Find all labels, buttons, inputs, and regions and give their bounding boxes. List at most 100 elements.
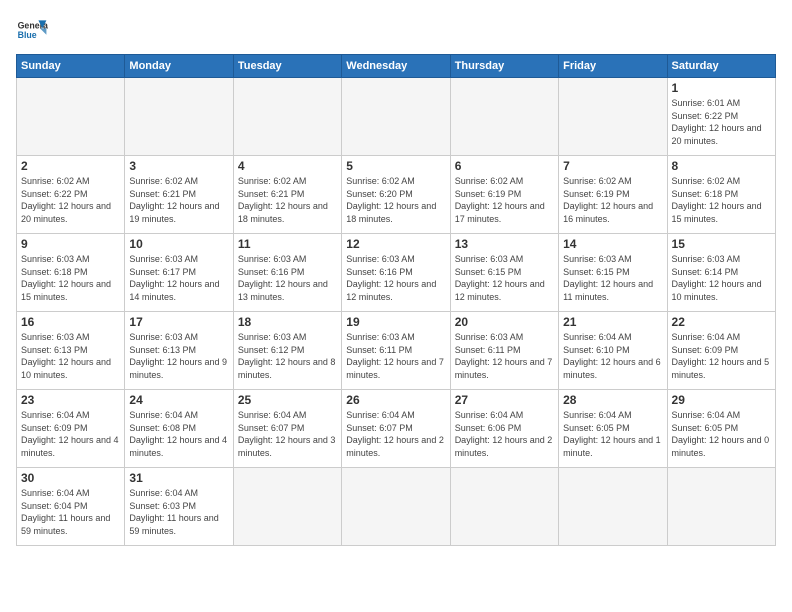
calendar-cell: 13 Sunrise: 6:03 AM Sunset: 6:15 PM Dayli… [450, 234, 558, 312]
calendar-header-thursday: Thursday [450, 55, 558, 78]
day-info: Sunrise: 6:03 AM Sunset: 6:13 PM Dayligh… [129, 331, 228, 381]
calendar-cell: 29 Sunrise: 6:04 AM Sunset: 6:05 PM Dayli… [667, 390, 775, 468]
calendar-cell [450, 468, 558, 546]
day-info: Sunrise: 6:02 AM Sunset: 6:21 PM Dayligh… [129, 175, 228, 225]
day-info: Sunrise: 6:04 AM Sunset: 6:06 PM Dayligh… [455, 409, 554, 459]
day-info: Sunrise: 6:03 AM Sunset: 6:13 PM Dayligh… [21, 331, 120, 381]
calendar-cell: 22Sunrise: 6:04 AM Sunset: 6:09 PM Dayli… [667, 312, 775, 390]
logo: General Blue [16, 14, 48, 46]
day-info: Sunrise: 6:04 AM Sunset: 6:08 PM Dayligh… [129, 409, 228, 459]
day-number: 17 [129, 315, 228, 329]
day-number: 10 [129, 237, 228, 251]
calendar-cell: 19 Sunrise: 6:03 AM Sunset: 6:11 PM Dayli… [342, 312, 450, 390]
calendar-header-tuesday: Tuesday [233, 55, 341, 78]
calendar-cell [17, 78, 125, 156]
day-info: Sunrise: 6:04 AM Sunset: 6:09 PM Dayligh… [21, 409, 120, 459]
day-info: Sunrise: 6:04 AM Sunset: 6:10 PM Dayligh… [563, 331, 662, 381]
calendar-cell: 8 Sunrise: 6:02 AM Sunset: 6:18 PM Daylig… [667, 156, 775, 234]
calendar-header-saturday: Saturday [667, 55, 775, 78]
day-info: Sunrise: 6:01 AM Sunset: 6:22 PM Dayligh… [672, 97, 771, 147]
day-info: Sunrise: 6:03 AM Sunset: 6:16 PM Dayligh… [238, 253, 337, 303]
day-number: 31 [129, 471, 228, 485]
calendar-week-6: 30 Sunrise: 6:04 AM Sunset: 6:04 PM Dayli… [17, 468, 776, 546]
calendar-cell: 15Sunrise: 6:03 AM Sunset: 6:14 PM Dayli… [667, 234, 775, 312]
day-number: 4 [238, 159, 337, 173]
calendar-cell: 20Sunrise: 6:03 AM Sunset: 6:11 PM Dayli… [450, 312, 558, 390]
calendar-cell [342, 78, 450, 156]
day-number: 7 [563, 159, 662, 173]
calendar-cell: 30 Sunrise: 6:04 AM Sunset: 6:04 PM Dayli… [17, 468, 125, 546]
header: General Blue [16, 14, 776, 46]
calendar-cell [125, 78, 233, 156]
calendar-cell: 7 Sunrise: 6:02 AM Sunset: 6:19 PM Daylig… [559, 156, 667, 234]
day-number: 29 [672, 393, 771, 407]
day-number: 12 [346, 237, 445, 251]
day-number: 8 [672, 159, 771, 173]
day-number: 30 [21, 471, 120, 485]
day-info: Sunrise: 6:03 AM Sunset: 6:16 PM Dayligh… [346, 253, 445, 303]
calendar-cell: 10 Sunrise: 6:03 AM Sunset: 6:17 PM Dayli… [125, 234, 233, 312]
calendar-cell: 3 Sunrise: 6:02 AM Sunset: 6:21 PM Daylig… [125, 156, 233, 234]
day-info: Sunrise: 6:02 AM Sunset: 6:21 PM Dayligh… [238, 175, 337, 225]
day-info: Sunrise: 6:02 AM Sunset: 6:19 PM Dayligh… [455, 175, 554, 225]
day-number: 1 [672, 81, 771, 95]
calendar-cell: 28Sunrise: 6:04 AM Sunset: 6:05 PM Dayli… [559, 390, 667, 468]
day-info: Sunrise: 6:03 AM Sunset: 6:12 PM Dayligh… [238, 331, 337, 381]
day-info: Sunrise: 6:02 AM Sunset: 6:20 PM Dayligh… [346, 175, 445, 225]
calendar-cell: 25Sunrise: 6:04 AM Sunset: 6:07 PM Dayli… [233, 390, 341, 468]
calendar-cell: 6Sunrise: 6:02 AM Sunset: 6:19 PM Daylig… [450, 156, 558, 234]
calendar-cell [342, 468, 450, 546]
day-number: 16 [21, 315, 120, 329]
calendar-cell: 31 Sunrise: 6:04 AM Sunset: 6:03 PM Dayli… [125, 468, 233, 546]
calendar-cell: 2Sunrise: 6:02 AM Sunset: 6:22 PM Daylig… [17, 156, 125, 234]
day-number: 5 [346, 159, 445, 173]
day-number: 3 [129, 159, 228, 173]
logo-icon: General Blue [16, 14, 48, 46]
calendar-week-2: 2Sunrise: 6:02 AM Sunset: 6:22 PM Daylig… [17, 156, 776, 234]
page: General Blue SundayMondayTuesdayWednesda… [0, 0, 792, 612]
calendar-week-3: 9Sunrise: 6:03 AM Sunset: 6:18 PM Daylig… [17, 234, 776, 312]
day-number: 25 [238, 393, 337, 407]
day-info: Sunrise: 6:03 AM Sunset: 6:11 PM Dayligh… [346, 331, 445, 381]
day-number: 23 [21, 393, 120, 407]
day-number: 15 [672, 237, 771, 251]
day-number: 27 [455, 393, 554, 407]
calendar-cell: 27 Sunrise: 6:04 AM Sunset: 6:06 PM Dayli… [450, 390, 558, 468]
day-info: Sunrise: 6:04 AM Sunset: 6:05 PM Dayligh… [672, 409, 771, 459]
calendar-cell: 9Sunrise: 6:03 AM Sunset: 6:18 PM Daylig… [17, 234, 125, 312]
day-number: 19 [346, 315, 445, 329]
day-info: Sunrise: 6:03 AM Sunset: 6:17 PM Dayligh… [129, 253, 228, 303]
calendar-cell: 11Sunrise: 6:03 AM Sunset: 6:16 PM Dayli… [233, 234, 341, 312]
day-info: Sunrise: 6:04 AM Sunset: 6:04 PM Dayligh… [21, 487, 120, 537]
calendar-cell: 16 Sunrise: 6:03 AM Sunset: 6:13 PM Dayli… [17, 312, 125, 390]
day-number: 2 [21, 159, 120, 173]
calendar-week-1: 1 Sunrise: 6:01 AM Sunset: 6:22 PM Daylig… [17, 78, 776, 156]
calendar-header-sunday: Sunday [17, 55, 125, 78]
calendar-header-wednesday: Wednesday [342, 55, 450, 78]
day-info: Sunrise: 6:02 AM Sunset: 6:18 PM Dayligh… [672, 175, 771, 225]
calendar-cell: 12 Sunrise: 6:03 AM Sunset: 6:16 PM Dayli… [342, 234, 450, 312]
calendar-cell: 26Sunrise: 6:04 AM Sunset: 6:07 PM Dayli… [342, 390, 450, 468]
calendar-cell: 14 Sunrise: 6:03 AM Sunset: 6:15 PM Dayli… [559, 234, 667, 312]
day-info: Sunrise: 6:02 AM Sunset: 6:19 PM Dayligh… [563, 175, 662, 225]
day-info: Sunrise: 6:03 AM Sunset: 6:18 PM Dayligh… [21, 253, 120, 303]
day-info: Sunrise: 6:04 AM Sunset: 6:07 PM Dayligh… [346, 409, 445, 459]
calendar-cell: 17 Sunrise: 6:03 AM Sunset: 6:13 PM Dayli… [125, 312, 233, 390]
calendar-cell: 23 Sunrise: 6:04 AM Sunset: 6:09 PM Dayli… [17, 390, 125, 468]
calendar-week-4: 16 Sunrise: 6:03 AM Sunset: 6:13 PM Dayli… [17, 312, 776, 390]
calendar-cell [233, 468, 341, 546]
day-number: 21 [563, 315, 662, 329]
day-number: 22 [672, 315, 771, 329]
day-number: 14 [563, 237, 662, 251]
day-number: 13 [455, 237, 554, 251]
calendar-header-monday: Monday [125, 55, 233, 78]
calendar-cell [559, 78, 667, 156]
day-number: 24 [129, 393, 228, 407]
calendar-week-5: 23 Sunrise: 6:04 AM Sunset: 6:09 PM Dayli… [17, 390, 776, 468]
day-number: 20 [455, 315, 554, 329]
calendar-table: SundayMondayTuesdayWednesdayThursdayFrid… [16, 54, 776, 546]
day-info: Sunrise: 6:03 AM Sunset: 6:15 PM Dayligh… [563, 253, 662, 303]
day-info: Sunrise: 6:03 AM Sunset: 6:15 PM Dayligh… [455, 253, 554, 303]
calendar-cell: 24 Sunrise: 6:04 AM Sunset: 6:08 PM Dayli… [125, 390, 233, 468]
day-info: Sunrise: 6:04 AM Sunset: 6:03 PM Dayligh… [129, 487, 228, 537]
